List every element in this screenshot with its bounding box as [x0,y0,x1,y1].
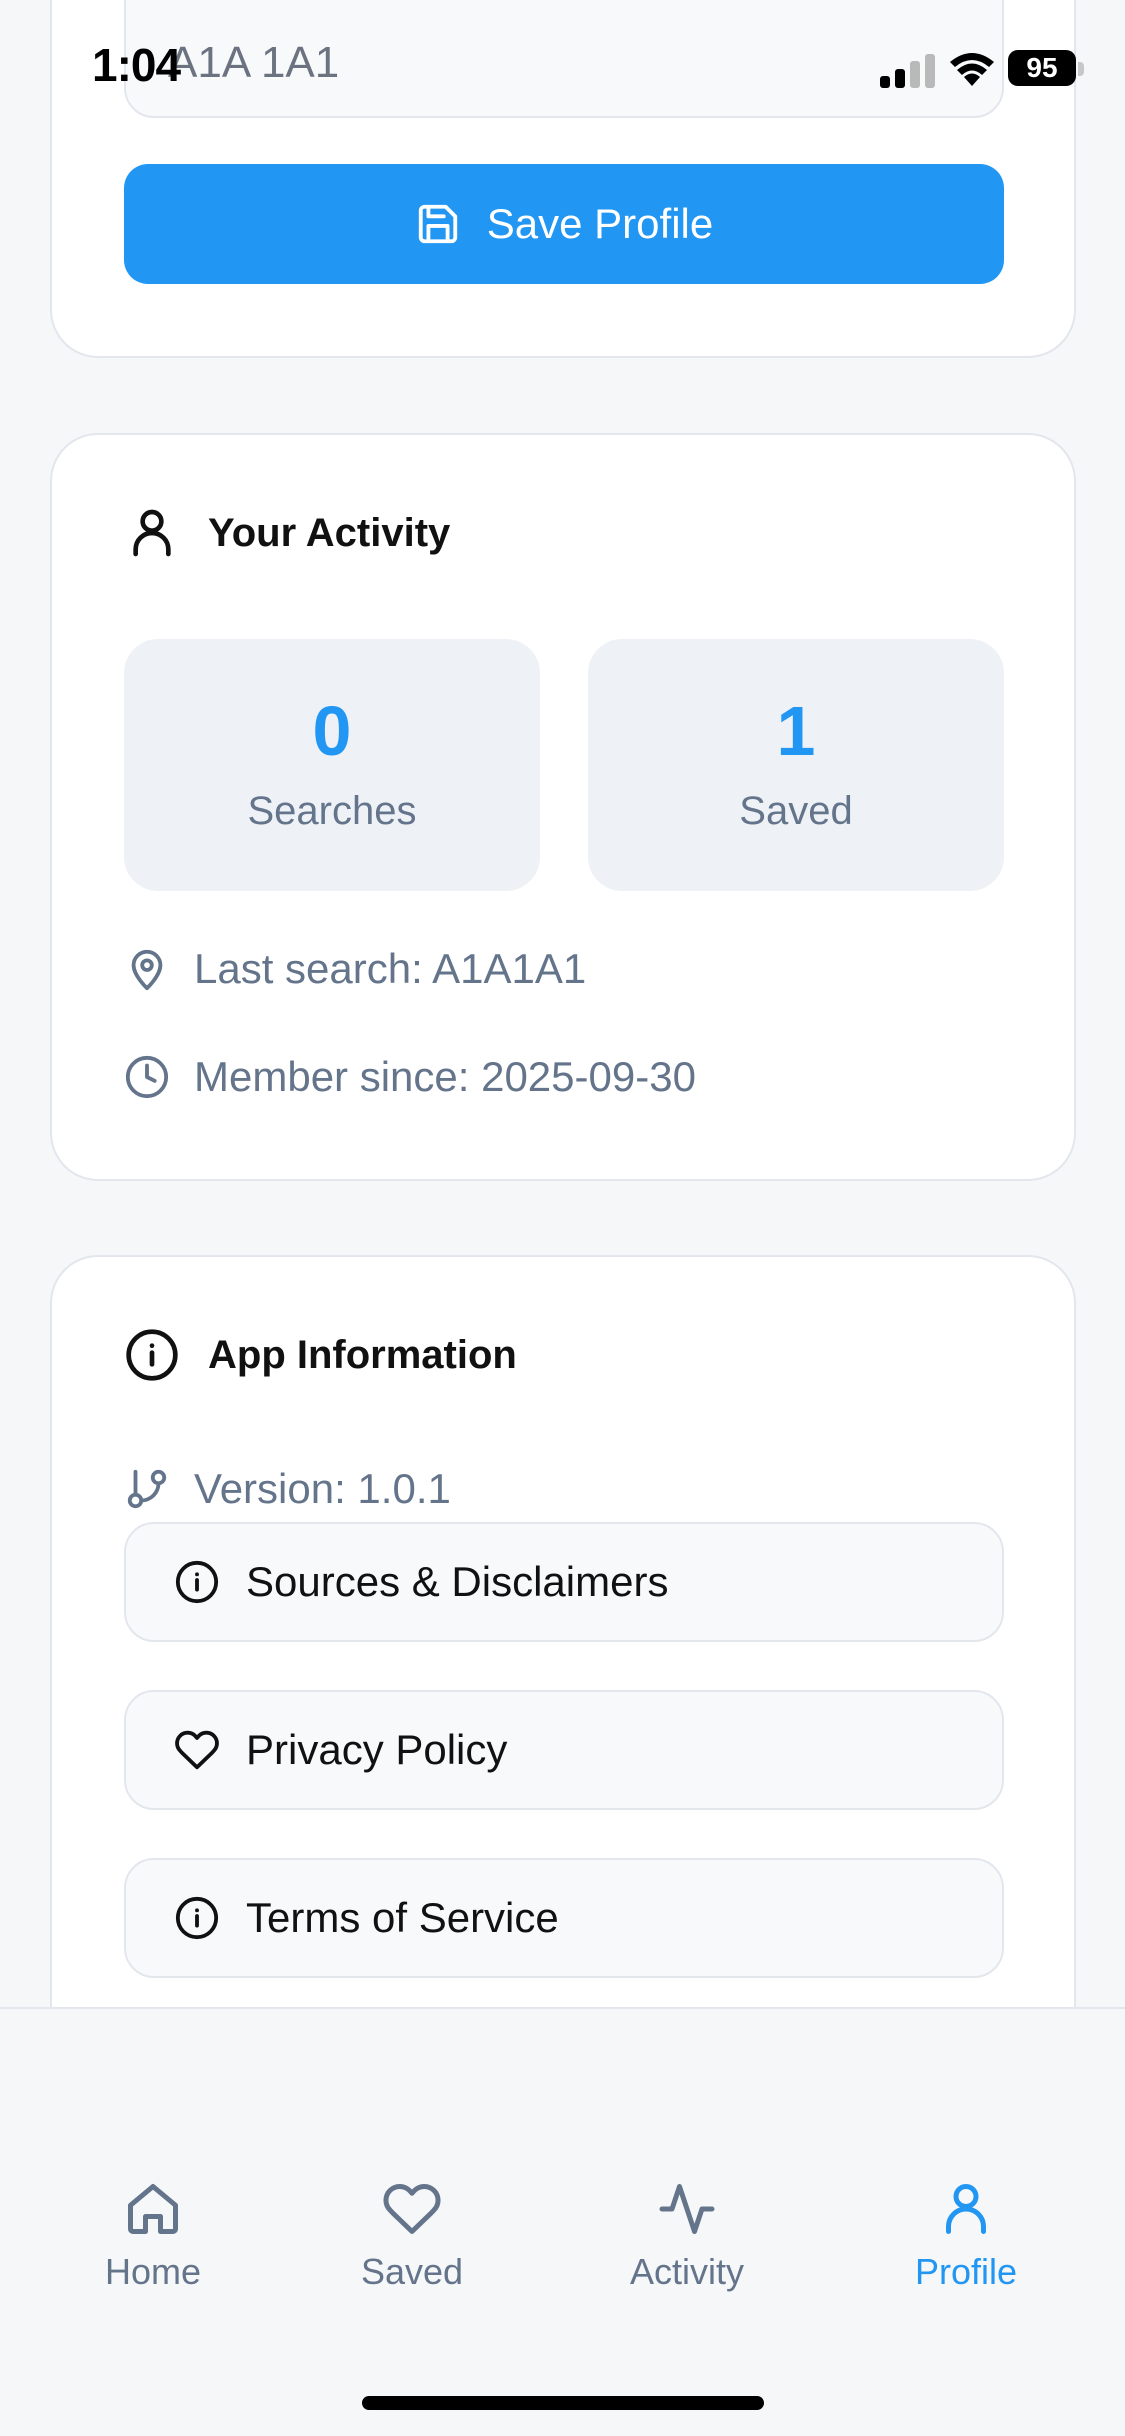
activity-title: Your Activity [208,510,451,555]
member-since-text: Member since: 2025-09-30 [194,1053,696,1100]
save-profile-label: Save Profile [486,200,714,247]
tab-home[interactable]: Home [53,2179,253,2293]
last-search-row: Last search: A1A1A1 [124,945,586,993]
cellular-signal-icon [880,54,936,88]
tab-home-label: Home [104,2251,202,2292]
tab-saved-label: Saved [360,2251,464,2292]
activity-icon [659,2184,715,2234]
home-icon [128,2184,178,2234]
member-since-row: Member since: 2025-09-30 [124,1053,696,1101]
saved-label: Saved [739,789,853,833]
terms-of-service-link[interactable]: Terms of Service [124,1858,1004,1978]
app-info-header: App Information [124,1327,517,1383]
map-pin-icon [131,949,163,991]
searches-count: 0 [312,692,352,770]
heart-icon [175,1730,219,1770]
activity-header: Your Activity [124,505,450,561]
tab-activity-label: Activity [629,2251,744,2292]
privacy-policy-link[interactable]: Privacy Policy [124,1690,1004,1810]
last-search-text: Last search: A1A1A1 [194,945,587,992]
sources-disclaimers-link[interactable]: Sources & Disclaimers [124,1522,1004,1642]
profile-screen: 1:04 95 A1A 1A1 Save Profile Your Activi… [0,0,1125,2436]
tab-saved[interactable]: Saved [312,2179,512,2293]
saved-stat: 1 Saved [588,639,1004,891]
home-indicator [362,2396,764,2410]
version-text: Version: 1.0.1 [194,1465,451,1512]
save-profile-button[interactable]: Save Profile [124,164,1004,284]
heart-icon [383,2183,441,2234]
bottom-tab-bar: Home Saved Activity Profile [0,2007,1125,2436]
version-row: Version: 1.0.1 [124,1465,451,1513]
tab-activity[interactable]: Activity [587,2179,787,2293]
privacy-policy-label: Privacy Policy [246,1726,508,1773]
activity-card: Your Activity 0 Searches 1 Saved Last se… [50,433,1076,1181]
searches-label: Searches [247,789,417,833]
wifi-icon [950,53,994,86]
user-icon [946,2184,986,2234]
info-icon [175,1896,219,1940]
searches-stat: 0 Searches [124,639,540,891]
status-time: 1:04 [92,39,181,91]
clock-icon [125,1055,169,1099]
battery-level: 95 [1008,50,1076,86]
user-icon [133,509,171,557]
app-info-title: App Information [208,1332,517,1377]
sources-disclaimers-label: Sources & Disclaimers [246,1558,669,1605]
save-icon [418,204,457,244]
status-bar: 1:04 95 [0,0,1125,135]
info-icon [126,1329,178,1381]
git-branch-icon [127,1469,167,1509]
tab-profile-label: Profile [914,2251,1018,2292]
tab-profile[interactable]: Profile [866,2179,1066,2293]
info-icon [175,1560,219,1604]
saved-count: 1 [776,692,816,770]
terms-of-service-label: Terms of Service [246,1894,559,1941]
battery-tip [1078,62,1084,76]
app-info-card: App Information Version: 1.0.1 Sources &… [50,1255,1076,2055]
